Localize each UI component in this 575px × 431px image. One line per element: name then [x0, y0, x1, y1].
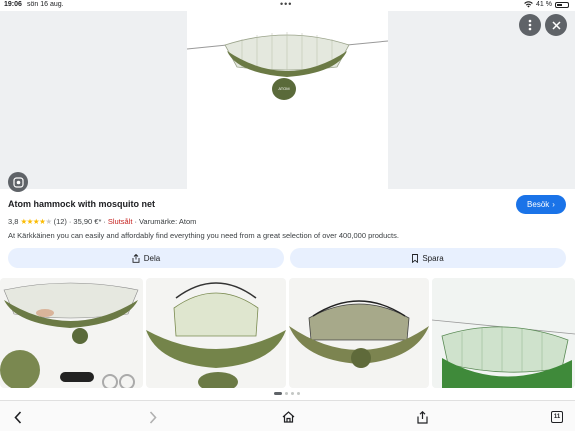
brand: Varumärke: Atom	[138, 217, 197, 226]
separator: ·	[103, 217, 106, 226]
share-page-button[interactable]	[414, 409, 430, 425]
lens-icon	[12, 176, 24, 188]
price: 35,90 €*	[73, 217, 102, 226]
tabs-count: 11	[551, 411, 563, 423]
save-button[interactable]: Spara	[290, 248, 566, 268]
save-label: Spara	[422, 253, 444, 263]
visit-label: Besök	[527, 200, 550, 209]
carousel-pagination	[274, 392, 300, 395]
review-count: (12)	[53, 217, 67, 226]
hammock-main-image[interactable]: ATOM	[186, 11, 389, 189]
product-description: At Kärkkäinen you can easily and afforda…	[8, 231, 399, 240]
visit-button[interactable]: Besök ›	[516, 195, 566, 214]
page-dot	[291, 392, 294, 395]
home-icon	[282, 411, 294, 423]
battery-percent: 41 %	[536, 1, 552, 8]
wifi-icon	[524, 1, 533, 8]
status-time: 19:06	[4, 1, 22, 8]
thumbnail-hammock-with-accessories[interactable]	[0, 278, 143, 388]
back-button[interactable]	[10, 409, 26, 425]
product-meta: 3,8 ★★★★★ (12) · 35,90 €* · Slutsålt · V…	[8, 217, 196, 226]
home-button[interactable]	[280, 409, 296, 425]
hammock-image-icon: ATOM	[186, 32, 389, 100]
status-date: sön 16 aug.	[27, 1, 64, 8]
bookmark-icon	[412, 253, 419, 263]
page-dot	[297, 392, 300, 395]
tabs-button[interactable]: 11	[549, 409, 565, 425]
google-lens-button[interactable]	[8, 172, 28, 192]
hero-side-right	[388, 11, 575, 189]
more-options-button[interactable]	[519, 14, 541, 36]
multitasking-dots-icon[interactable]: •••	[280, 0, 292, 9]
share-icon	[416, 410, 428, 424]
rating-stars-icon: ★★★★★	[20, 217, 52, 226]
browser-toolbar: 11	[0, 400, 575, 431]
product-title: Atom hammock with mosquito net	[8, 199, 156, 209]
thumbnail-hammock-pop-up-net[interactable]	[146, 278, 286, 388]
stock-status: Slutsålt	[107, 217, 133, 226]
share-label: Dela	[143, 253, 161, 263]
hero-side-left	[0, 11, 187, 189]
status-bar: 19:06 sön 16 aug. ••• 41 %	[0, 0, 575, 11]
page-dot	[285, 392, 288, 395]
thumbnail-hammock-dome-net[interactable]	[289, 278, 429, 388]
chevron-right-icon: ›	[552, 200, 555, 209]
more-vert-icon	[528, 19, 532, 31]
share-icon	[132, 253, 140, 263]
thumbnail-hammock-tied-trees[interactable]	[432, 278, 575, 388]
related-images-row	[0, 278, 575, 388]
rating-value: 3,8	[8, 217, 19, 226]
share-button[interactable]: Dela	[8, 248, 284, 268]
battery-icon	[555, 1, 569, 8]
status-right: 41 %	[524, 1, 569, 8]
hero-image-panel: ATOM	[0, 11, 575, 192]
separator: ·	[68, 217, 72, 226]
svg-text:ATOM: ATOM	[278, 86, 289, 91]
close-button[interactable]	[545, 14, 567, 36]
separator: ·	[134, 217, 137, 226]
close-icon	[551, 20, 561, 30]
page-dot-active	[274, 392, 282, 395]
forward-button[interactable]	[145, 409, 161, 425]
chevron-right-icon	[149, 410, 157, 424]
chevron-left-icon	[14, 410, 22, 424]
